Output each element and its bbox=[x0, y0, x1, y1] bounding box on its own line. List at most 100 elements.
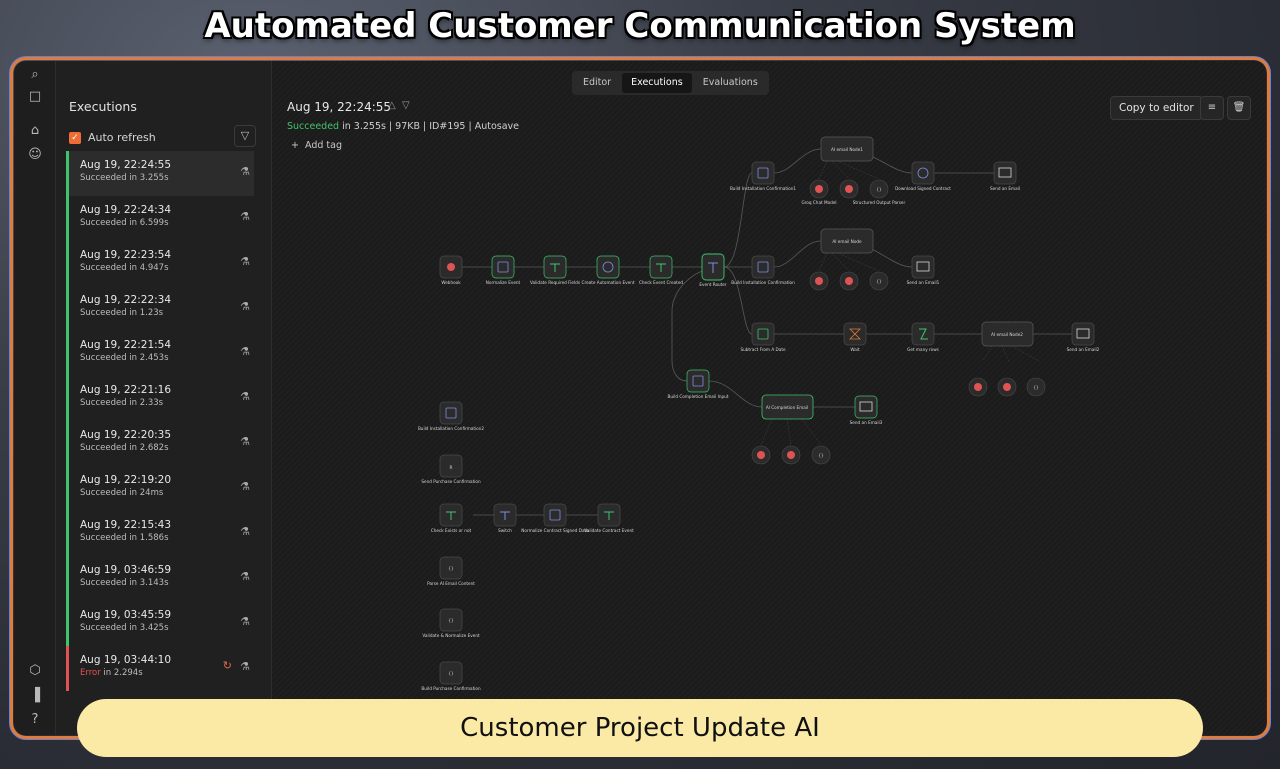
node-parse-ai-email-content[interactable]: {} Parse AI Email Content bbox=[427, 556, 475, 586]
node-groq-chat-model-c1[interactable] bbox=[968, 377, 988, 397]
workflow-graph: Webhook Normalize Event Validate Require… bbox=[418, 136, 1100, 691]
execution-item[interactable]: Aug 19, 22:21:54 Succeeded in 2.453s ⚗ bbox=[66, 331, 254, 376]
execution-item[interactable]: Aug 19, 22:19:20 Succeeded in 24ms ⚗ bbox=[66, 466, 254, 511]
node-build-completion-email-input[interactable]: Build Completion Email Input bbox=[668, 369, 729, 399]
execution-time: Aug 19, 22:24:55 bbox=[80, 159, 172, 171]
node-label: AI email Node1 bbox=[831, 147, 863, 152]
node-structured-output-parser-b[interactable]: {} bbox=[869, 271, 889, 291]
flask-icon[interactable]: ⚗ bbox=[240, 435, 250, 448]
node-label: AI Completion Email bbox=[766, 405, 808, 410]
node-structured-output-parser-a[interactable]: {} Structured Output Parser bbox=[853, 179, 906, 205]
user-icon[interactable]: ☺ bbox=[25, 145, 45, 165]
flask-icon[interactable]: ⚗ bbox=[240, 210, 250, 223]
node-build-installation-confirmation1[interactable]: Build Installation Confirmation1 bbox=[730, 161, 796, 191]
flask-icon[interactable]: ⚗ bbox=[240, 615, 250, 628]
search-icon[interactable]: ⌕ bbox=[25, 65, 45, 85]
node-switch[interactable]: Switch bbox=[493, 503, 517, 533]
auto-refresh-checkbox[interactable]: ✓ bbox=[69, 131, 81, 144]
error-label: Error bbox=[80, 668, 101, 678]
node-groq-chat-model-a1[interactable]: Groq Chat Model bbox=[801, 179, 837, 205]
node-send-an-email3[interactable]: Send an Email3 bbox=[850, 395, 883, 425]
execution-item[interactable]: Aug 19, 03:45:59 Succeeded in 3.425s ⚗ bbox=[66, 601, 254, 646]
execution-item[interactable]: Aug 19, 22:24:34 Succeeded in 6.599s ⚗ bbox=[66, 196, 254, 241]
node-label: Build Completion Email Input bbox=[668, 394, 729, 399]
node-send-purchase-confirmation[interactable]: R Send Purchase Confirmation bbox=[421, 454, 481, 484]
node-ai-email-node2[interactable]: AI email Node2 bbox=[981, 321, 1034, 347]
node-ai-email-node[interactable]: AI email Node bbox=[820, 228, 874, 254]
node-groq-chat-model-d1[interactable] bbox=[751, 445, 771, 465]
banner-title: Automated Customer Communication System bbox=[204, 6, 1076, 46]
flask-icon[interactable]: ⚗ bbox=[240, 345, 250, 358]
node-ai-completion-email[interactable]: AI Completion Email bbox=[761, 394, 814, 420]
execution-item[interactable]: Aug 19, 22:23:54 Succeeded in 4.947s ⚗ bbox=[66, 241, 254, 286]
node-build-purchase-confirmation[interactable]: {} Build Purchase Confirmation bbox=[421, 661, 481, 691]
auto-refresh-toggle[interactable]: ✓ Auto refresh bbox=[69, 131, 156, 144]
node-ai-email-node1[interactable]: AI email Node1 bbox=[820, 136, 874, 162]
node-label: Build Installation Confirmation bbox=[731, 280, 795, 285]
node-label: AI email Node bbox=[832, 239, 862, 244]
flask-icon[interactable]: ⚗ bbox=[240, 390, 250, 403]
flask-icon[interactable]: ⚗ bbox=[240, 300, 250, 313]
flask-icon[interactable]: ⚗ bbox=[240, 525, 250, 538]
retry-icon[interactable]: ↻ bbox=[223, 659, 232, 672]
node-validate-normalize-event[interactable]: {} Validate & Normalize Event bbox=[422, 608, 480, 638]
node-normalize-event[interactable]: Normalize Event bbox=[486, 255, 521, 285]
node-build-installation-confirmation2[interactable]: Build Installation Confirmation2 bbox=[418, 401, 484, 431]
templates-icon[interactable]: ⬡ bbox=[25, 661, 45, 681]
execution-item[interactable]: Aug 19, 22:24:55 Succeeded in 3.255s ⚗ bbox=[66, 151, 254, 196]
sidebar-toggle-icon[interactable]: □ bbox=[25, 87, 45, 107]
execution-item[interactable]: Aug 19, 22:15:43 Succeeded in 1.586s ⚗ bbox=[66, 511, 254, 556]
node-check-exists-or-not[interactable]: Check Exists or not bbox=[431, 503, 472, 533]
node-structured-output-parser-d[interactable]: {} bbox=[811, 445, 831, 465]
node-validate-contract-event[interactable]: Validate Contract Event bbox=[584, 503, 634, 533]
execution-status: Succeeded in 3.143s bbox=[80, 578, 169, 588]
help-icon[interactable]: ? bbox=[25, 710, 45, 730]
node-download-signed-contract[interactable]: Download Signed Contract bbox=[895, 161, 951, 191]
node-create-automation-event[interactable]: Create Automation Event bbox=[582, 255, 635, 285]
flask-icon[interactable]: ⚗ bbox=[240, 165, 250, 178]
execution-status: Succeeded in 2.682s bbox=[80, 443, 169, 453]
node-validate-required-fields[interactable]: Validate Required Fields bbox=[530, 255, 580, 285]
node-send-an-email1[interactable]: Send an Email1 bbox=[907, 255, 940, 285]
flask-icon[interactable]: ⚗ bbox=[240, 480, 250, 493]
execution-item[interactable]: Aug 19, 03:44:10 Error in 2.294s ↻ ⚗ bbox=[66, 646, 254, 691]
flask-icon[interactable]: ⚗ bbox=[240, 570, 250, 583]
node-send-an-email2[interactable]: Send an Email2 bbox=[1067, 322, 1100, 352]
node-groq-chat-model-d2[interactable] bbox=[781, 445, 801, 465]
node-normalize-contract-signed-data[interactable]: Normalize Contract Signed Data bbox=[521, 503, 589, 533]
node-event-router[interactable]: Event Router bbox=[699, 253, 727, 287]
insights-icon[interactable]: ▐ bbox=[25, 686, 45, 706]
node-wait[interactable]: Wait bbox=[843, 322, 867, 352]
node-groq-chat-model-c2[interactable] bbox=[997, 377, 1017, 397]
node-groq-chat-model-a2[interactable] bbox=[839, 179, 859, 199]
execution-list: Aug 19, 22:24:55 Succeeded in 3.255s ⚗ A… bbox=[66, 151, 254, 691]
node-send-an-email[interactable]: Send an Email bbox=[990, 161, 1020, 191]
node-label: Build Purchase Confirmation bbox=[421, 686, 481, 691]
icon-rail: ⌕ □ ⌂ ☺ ⬡ ▐ ? bbox=[14, 61, 56, 735]
execution-status: Succeeded in 1.586s bbox=[80, 533, 169, 543]
braces-icon: {} bbox=[448, 671, 454, 676]
execution-status: Succeeded in 2.33s bbox=[80, 398, 164, 408]
filter-icon[interactable]: ▽ bbox=[234, 125, 256, 147]
node-groq-chat-model-b2[interactable] bbox=[839, 271, 859, 291]
node-label: Create Automation Event bbox=[582, 280, 635, 285]
executions-sidebar: Executions ✓ Auto refresh ▽ Aug 19, 22:2… bbox=[56, 61, 272, 735]
home-icon[interactable]: ⌂ bbox=[25, 121, 45, 141]
execution-item[interactable]: Aug 19, 22:22:34 Succeeded in 1.23s ⚗ bbox=[66, 286, 254, 331]
node-check-event-created[interactable]: Check Event Created bbox=[639, 255, 683, 285]
node-webhook[interactable]: Webhook bbox=[439, 255, 463, 285]
node-structured-output-parser-c[interactable]: {} bbox=[1026, 377, 1046, 397]
flask-icon[interactable]: ⚗ bbox=[240, 660, 250, 673]
execution-item[interactable]: Aug 19, 22:20:35 Succeeded in 2.682s ⚗ bbox=[66, 421, 254, 466]
workflow-canvas[interactable]: Editor Executions Evaluations Aug 19, 22… bbox=[272, 61, 1266, 735]
node-label: Normalize Contract Signed Data bbox=[521, 528, 589, 533]
flask-icon[interactable]: ⚗ bbox=[240, 255, 250, 268]
execution-time: Aug 19, 22:22:34 bbox=[80, 294, 172, 306]
execution-item[interactable]: Aug 19, 22:21:16 Succeeded in 2.33s ⚗ bbox=[66, 376, 254, 421]
node-label: Send an Email bbox=[990, 186, 1020, 191]
node-build-installation-confirmation[interactable]: Build Installation Confirmation bbox=[731, 255, 795, 285]
execution-item[interactable]: Aug 19, 03:46:59 Succeeded in 3.143s ⚗ bbox=[66, 556, 254, 601]
node-get-many-rows[interactable]: Get many rows bbox=[907, 322, 939, 352]
execution-status: Succeeded in 2.453s bbox=[80, 353, 169, 363]
node-groq-chat-model-b1[interactable] bbox=[809, 271, 829, 291]
